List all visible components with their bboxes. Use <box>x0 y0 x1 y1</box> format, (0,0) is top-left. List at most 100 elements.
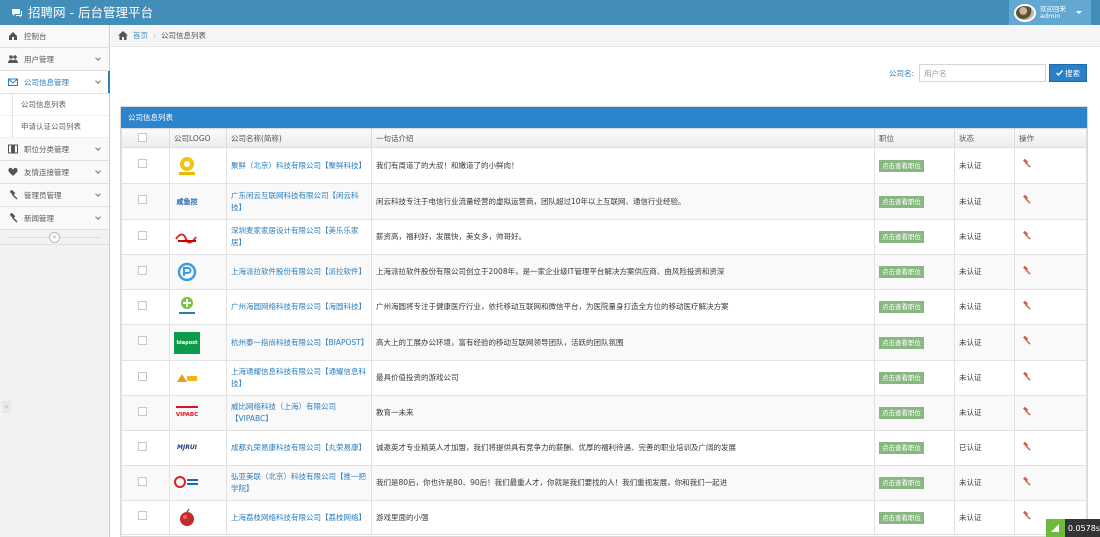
view-jobs-button[interactable]: 点击查看职位 <box>879 266 924 278</box>
select-all-checkbox[interactable] <box>138 132 147 142</box>
gavel-icon[interactable] <box>1022 300 1031 310</box>
company-logo: 咸鱼控 <box>176 197 198 206</box>
logo-cell <box>169 219 227 255</box>
row-checkbox[interactable] <box>138 159 147 168</box>
job-cell: 点击查看职位 <box>874 147 955 184</box>
logo-cell <box>169 500 227 535</box>
table-row: 广州海圆网络科技有限公司【海圆科技】 广州海圆将专注于健康医疗行业，依托移动互联网… <box>121 289 1087 325</box>
view-jobs-button[interactable]: 点击查看职位 <box>879 336 924 349</box>
status-cell: 未认证 <box>954 324 1015 361</box>
status-cell: 未认证 <box>954 183 1015 220</box>
company-name-cell: 聚鲜（北京）科技有限公司【聚鲜科技】 <box>226 147 372 184</box>
company-name-link[interactable]: 成都丸荣易康科技有限公司【丸荣易康】 <box>231 443 366 452</box>
view-jobs-button[interactable]: 点击查看职位 <box>879 301 924 313</box>
logo-cell <box>169 289 227 325</box>
gavel-icon[interactable] <box>1022 265 1031 275</box>
gavel-icon[interactable] <box>1022 511 1031 520</box>
company-name-link[interactable]: 广东闲云互联网科技有限公司【闲云科技】 <box>231 191 359 212</box>
app-title: 招聘网 - 后台管理平台 <box>28 5 153 20</box>
scroll-handle[interactable]: « <box>2 401 11 413</box>
row-checkbox[interactable] <box>138 476 147 486</box>
row-checkbox[interactable] <box>138 511 147 520</box>
action-cell <box>1014 289 1087 325</box>
view-jobs-button[interactable]: 点击查看职位 <box>879 159 924 172</box>
sidebar-subitem-cert-list[interactable]: 申请认证公司列表 <box>0 116 109 138</box>
comments-icon <box>12 8 22 17</box>
row-checkbox[interactable] <box>138 195 147 204</box>
check-icon <box>1056 70 1064 76</box>
breadcrumb-current: 公司信息列表 <box>161 31 206 40</box>
sidebar-item-company[interactable]: 公司信息管理 <box>0 71 110 94</box>
gavel-icon[interactable] <box>1022 195 1031 204</box>
row-checkbox[interactable] <box>138 300 147 310</box>
view-jobs-button[interactable]: 点击查看职位 <box>879 231 924 243</box>
job-cell: 点击查看职位 <box>874 219 955 255</box>
job-cell: 点击查看职位 <box>874 289 955 325</box>
company-name-link[interactable]: 上海通耀信息科技有限公司【通耀信息科技】 <box>231 367 366 388</box>
username: admin <box>1040 11 1061 20</box>
job-cell: 点击查看职位 <box>874 324 955 361</box>
user-menu[interactable]: 欢迎回来 admin <box>1009 0 1091 25</box>
sidebar-item-links[interactable]: 友情连接管理 <box>0 161 109 184</box>
row-checkbox[interactable] <box>138 441 147 451</box>
film-icon <box>8 144 18 154</box>
table-row: 聚鲜（北京）科技有限公司【聚鲜科技】 我们有周道了的大叔！和嫩道了的小鲜肉！ 点击查… <box>121 147 1087 184</box>
row-checkbox[interactable] <box>138 371 147 381</box>
brand[interactable]: 招聘网 - 后台管理平台 <box>11 4 153 21</box>
intro-cell: 薪资高，福利好，发展快，美女多，帅哥好。 <box>371 219 875 255</box>
row-checkbox[interactable] <box>138 406 147 416</box>
select-cell <box>121 500 170 535</box>
company-name-cell: 上海荔枝网络科技有限公司【荔枝网络】 <box>226 500 372 535</box>
sidebar-collapse[interactable]: « <box>0 230 109 245</box>
company-name-cell: 上海派拉软件股份有限公司【派拉软件】 <box>226 254 372 290</box>
company-name-link[interactable]: 广州海圆网络科技有限公司【海圆科技】 <box>231 302 366 311</box>
search-input[interactable] <box>919 64 1047 82</box>
gavel-icon[interactable] <box>1022 159 1031 168</box>
intro-cell: 最具价值投资的游戏公司 <box>371 360 875 396</box>
gavel-icon <box>9 213 18 223</box>
view-jobs-button[interactable]: 点击查看职位 <box>879 477 924 489</box>
search-button[interactable]: 搜索 <box>1049 64 1088 82</box>
header-job: 职位 <box>874 128 955 148</box>
row-checkbox[interactable] <box>138 265 147 275</box>
gavel-icon[interactable] <box>1022 336 1031 345</box>
row-checkbox[interactable] <box>138 230 147 240</box>
view-jobs-button[interactable]: 点击查看职位 <box>879 511 924 524</box>
select-cell <box>121 395 170 431</box>
company-logo <box>174 153 200 179</box>
company-name-link[interactable]: 弘亚美联（北京）科技有限公司【推一把学院】 <box>231 472 366 493</box>
gavel-icon[interactable] <box>1022 371 1031 381</box>
action-cell <box>1014 219 1087 255</box>
sidebar-item-news[interactable]: 新闻管理 <box>0 207 109 230</box>
view-jobs-button[interactable]: 点击查看职位 <box>879 195 924 208</box>
gavel-icon[interactable] <box>1022 230 1031 240</box>
company-name-link[interactable]: 上海荔枝网络科技有限公司【荔枝网络】 <box>231 513 366 522</box>
view-jobs-button[interactable]: 点击查看职位 <box>879 442 924 454</box>
breadcrumb-home[interactable]: 首页 <box>133 30 148 41</box>
company-name-cell: 弘亚美联（北京）科技有限公司【推一把学院】 <box>226 465 372 501</box>
action-cell <box>1014 324 1087 361</box>
company-name-link[interactable]: 上海派拉软件股份有限公司【派拉软件】 <box>231 267 366 276</box>
company-name-link[interactable]: 聚鲜（北京）科技有限公司【聚鲜科技】 <box>231 161 366 170</box>
company-name-link[interactable]: 威比网络科技（上海）有限公司【VIPABC】 <box>231 402 336 423</box>
search-form: 公司名: 搜索 <box>889 64 1088 82</box>
gavel-icon[interactable] <box>1022 476 1031 486</box>
company-name-link[interactable]: 深圳麦家家居设计有限公司【美乐乐家居】 <box>231 226 359 247</box>
view-jobs-button[interactable]: 点击查看职位 <box>879 407 924 419</box>
header-logo: 公司LOGO <box>169 128 227 148</box>
table-row: VIPABC 威比网络科技（上海）有限公司【VIPABC】 教育一未来 点击查看职位 未… <box>121 395 1087 431</box>
company-name-cell: 广州海圆网络科技有限公司【海圆科技】 <box>226 289 372 325</box>
company-logo <box>174 294 200 320</box>
company-name-link[interactable]: 杭州泰一指尚科技有限公司【BIAPOST】 <box>231 338 368 347</box>
sidebar-subitem-company-list[interactable]: 公司信息列表 <box>0 94 109 116</box>
double-angle-left-icon[interactable]: « <box>49 232 60 243</box>
view-jobs-button[interactable]: 点击查看职位 <box>879 372 924 384</box>
sidebar-item-users[interactable]: 用户管理 <box>0 48 109 71</box>
gavel-icon[interactable] <box>1022 441 1031 451</box>
row-checkbox[interactable] <box>138 336 147 345</box>
sidebar-item-job-category[interactable]: 职位分类管理 <box>0 138 109 161</box>
sidebar-item-admins[interactable]: 管理员管理 <box>0 184 109 207</box>
gavel-icon[interactable] <box>1022 406 1031 416</box>
sidebar-item-dashboard[interactable]: 控制台 <box>0 25 109 48</box>
select-cell <box>121 254 170 290</box>
